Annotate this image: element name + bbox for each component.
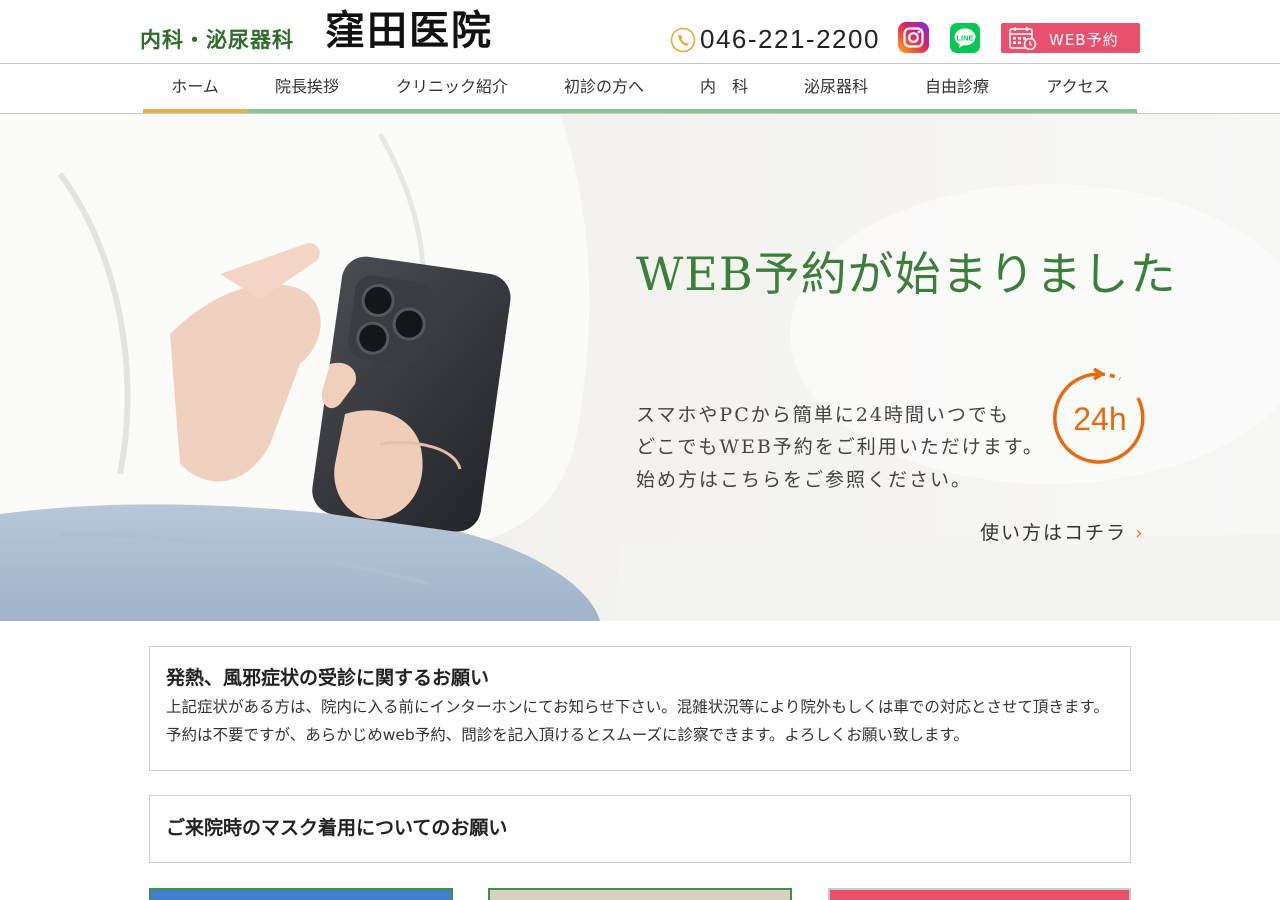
nav-item-access[interactable]: アクセス — [1019, 64, 1137, 110]
hero-title: WEB予約が始まりました — [636, 247, 1177, 301]
banner-card-3[interactable] — [828, 888, 1131, 900]
calendar-icon — [1009, 27, 1037, 50]
banner-card-1[interactable] — [149, 888, 453, 900]
phone-number[interactable]: 046-221-2200 — [700, 24, 880, 55]
phone-icon — [670, 27, 696, 53]
notice-body: 上記症状がある方は、院内に入る前にインターホンにてお知らせ下さい。混雑状況等によ… — [166, 698, 1109, 744]
banner-card-2[interactable] — [488, 888, 792, 900]
how-to-link-label: 使い方はコチラ — [980, 522, 1128, 544]
svg-text:LINE: LINE — [956, 34, 973, 43]
clock-24h-icon: 24h — [1053, 368, 1145, 464]
web-reserve-label: WEB予約 — [1049, 31, 1119, 49]
how-to-link[interactable]: 使い方はコチラ › — [980, 518, 1145, 545]
nav-item-internal-medicine[interactable]: 内 科 — [671, 64, 777, 110]
hero-banner[interactable]: WEB予約が始まりました スマホやPCから簡単に24時間いつでも どこでもWEB… — [0, 114, 1280, 621]
nav-item-first-visit[interactable]: 初診の方へ — [537, 64, 671, 110]
nav-item-urology[interactable]: 泌尿器科 — [777, 64, 895, 110]
hero-text-line-3: 始め方はこちらをご参照ください。 — [636, 469, 973, 491]
notice-title: ご来院時のマスク着用についてのお願い — [166, 817, 508, 839]
hero-text-line-1: スマホやPCから簡単に24時間いつでも — [636, 404, 1010, 426]
web-reserve-button[interactable]: WEB予約 — [1001, 23, 1140, 53]
chevron-right-icon: › — [1135, 522, 1145, 544]
global-nav: ホーム 院長挨拶 クリニック紹介 初診の方へ 内 科 泌尿器科 自由診療 アクセ… — [0, 63, 1280, 114]
nav-item-private-care[interactable]: 自由診療 — [895, 64, 1019, 110]
notice-title: 発熱、風邪症状の受診に関するお願い — [166, 667, 490, 689]
badge-label: 24h — [1073, 401, 1126, 437]
nav-item-clinic[interactable]: クリニック紹介 — [367, 64, 537, 110]
nav-item-greeting[interactable]: 院長挨拶 — [247, 64, 367, 110]
nav-item-home[interactable]: ホーム — [143, 64, 247, 110]
logo-subtitle[interactable]: 内科・泌尿器科 — [140, 24, 294, 54]
site-header: 内科・泌尿器科 窪田医院 046-221-2200 LINE WEB予約 — [0, 0, 1280, 63]
instagram-icon[interactable] — [898, 22, 929, 53]
notice-mask: ご来院時のマスク着用についてのお願い — [149, 795, 1131, 863]
logo-clinic-name[interactable]: 窪田医院 — [325, 8, 493, 54]
line-icon[interactable]: LINE — [950, 23, 980, 53]
notice-fever: 発熱、風邪症状の受診に関するお願い 上記症状がある方は、院内に入る前にインターホ… — [149, 646, 1131, 771]
hero-text-line-2: どこでもWEB予約をご利用いただけます。 — [636, 436, 1044, 458]
